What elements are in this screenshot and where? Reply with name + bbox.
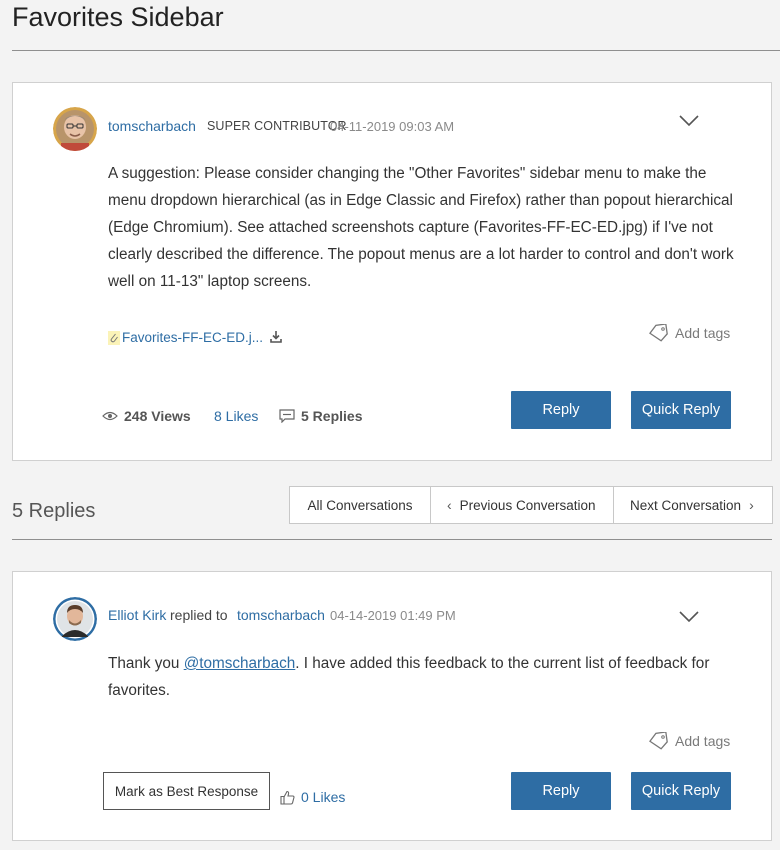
replies-divider bbox=[12, 539, 772, 540]
next-conversation-label: Next Conversation bbox=[630, 497, 742, 513]
add-tags-label: Add tags bbox=[675, 325, 731, 341]
page-title: Favorites Sidebar bbox=[12, 2, 224, 32]
download-button[interactable] bbox=[270, 330, 282, 348]
chevron-down-icon bbox=[679, 611, 699, 623]
avatar[interactable] bbox=[53, 597, 97, 641]
replies-heading: 5 Replies bbox=[12, 500, 96, 522]
add-tags-button[interactable]: Add tags bbox=[649, 732, 730, 750]
attachment-filename[interactable]: Favorites-FF-EC-ED.j... bbox=[122, 330, 263, 345]
download-icon bbox=[270, 331, 282, 343]
quick-reply-button[interactable]: Quick Reply bbox=[631, 391, 731, 429]
previous-conversation-label: Previous Conversation bbox=[459, 497, 596, 513]
likes-link[interactable]: 8 Likes bbox=[214, 408, 258, 424]
avatar[interactable] bbox=[53, 107, 97, 151]
tag-icon bbox=[649, 324, 668, 342]
all-conversations-label: All Conversations bbox=[307, 497, 413, 513]
chevron-down-icon bbox=[679, 115, 699, 127]
replied-to-link[interactable]: tomscharbach bbox=[237, 607, 325, 623]
eye-icon bbox=[102, 411, 118, 421]
tag-icon bbox=[649, 732, 668, 750]
next-conversation-link[interactable]: Next Conversation › bbox=[614, 487, 772, 523]
replies-label: 5 Replies bbox=[301, 408, 363, 424]
title-divider bbox=[12, 50, 780, 51]
attachment[interactable]: Favorites-FF-EC-ED.j... bbox=[108, 330, 263, 345]
chevron-right-icon: › bbox=[749, 497, 754, 513]
all-conversations-link[interactable]: All Conversations bbox=[290, 487, 431, 523]
reply-date: 04-14-2019 01:49 PM bbox=[330, 608, 456, 623]
paperclip-icon bbox=[108, 330, 120, 345]
reply-author-link[interactable]: Elliot Kirk bbox=[108, 607, 166, 623]
mention-link[interactable]: @tomscharbach bbox=[184, 655, 296, 672]
add-tags-label: Add tags bbox=[675, 733, 731, 749]
reply-button[interactable]: Reply bbox=[511, 772, 611, 810]
views-label: 248 Views bbox=[124, 408, 191, 424]
quick-reply-button[interactable]: Quick Reply bbox=[631, 772, 731, 810]
post-date: 04-11-2019 09:03 AM bbox=[330, 119, 455, 134]
speech-bubble-icon bbox=[279, 409, 295, 423]
likes-label[interactable]: 8 Likes bbox=[214, 408, 258, 424]
reply-likes-label[interactable]: 0 Likes bbox=[301, 789, 345, 805]
replied-to-label: replied to bbox=[170, 607, 228, 623]
post-options-toggle[interactable] bbox=[678, 114, 700, 133]
reply-body: Thank you @tomscharbach. I have added th… bbox=[108, 650, 738, 704]
post-body: A suggestion: Please consider changing t… bbox=[108, 165, 734, 290]
mark-best-response-button[interactable]: Mark as Best Response bbox=[103, 772, 270, 810]
post-author-link[interactable]: tomscharbach bbox=[108, 118, 196, 134]
thumbs-up-icon bbox=[280, 790, 295, 805]
reply-like-button[interactable]: 0 Likes bbox=[280, 789, 345, 805]
chevron-left-icon: ‹ bbox=[447, 497, 452, 513]
previous-conversation-link[interactable]: ‹ Previous Conversation bbox=[431, 487, 614, 523]
reply-button[interactable]: Reply bbox=[511, 391, 611, 429]
author-rank: SUPER CONTRIBUTOR bbox=[207, 119, 347, 133]
replies-count[interactable]: 5 Replies bbox=[279, 408, 362, 424]
add-tags-button[interactable]: Add tags bbox=[649, 324, 730, 342]
views-count: 248 Views bbox=[102, 408, 191, 424]
reply-body-prefix: Thank you bbox=[108, 655, 184, 672]
conversation-nav: All Conversations ‹ Previous Conversatio… bbox=[289, 486, 773, 524]
reply-options-toggle[interactable] bbox=[678, 610, 700, 629]
